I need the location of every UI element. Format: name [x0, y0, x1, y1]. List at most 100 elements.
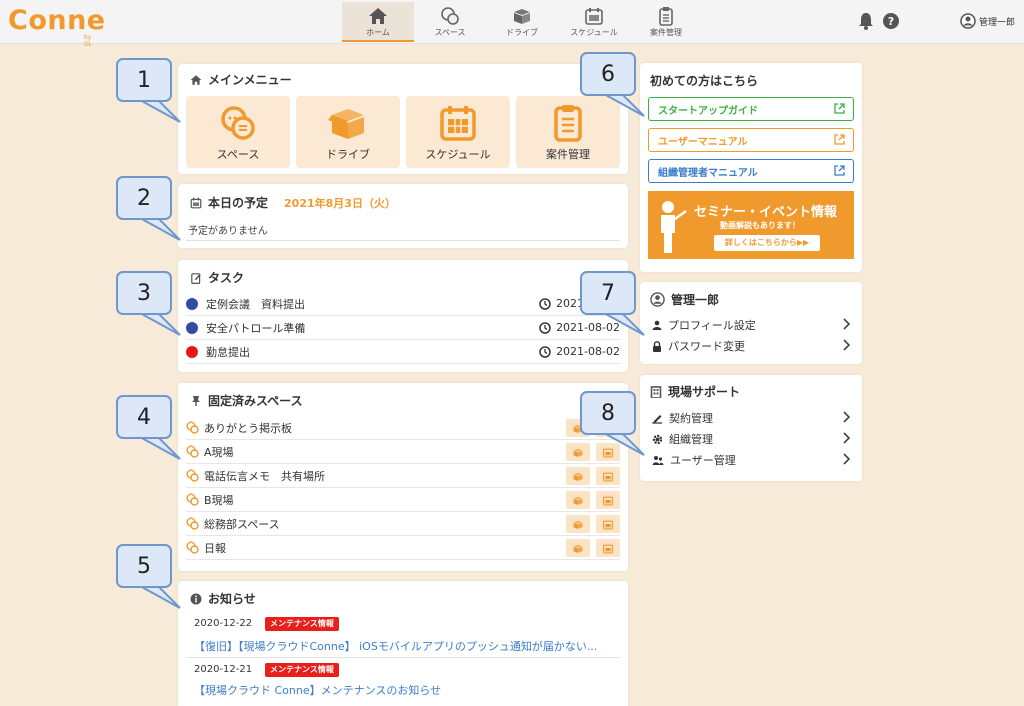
pinned-space-row[interactable]: A現場 — [186, 440, 620, 464]
callout-2: 2 — [116, 176, 172, 220]
pinned-space-label: A現場 — [204, 445, 234, 459]
schedule-shortcut-button[interactable] — [596, 539, 620, 557]
menu-tile-projects-label: 案件管理 — [546, 148, 590, 161]
calendar-icon — [585, 8, 603, 25]
clock-icon — [539, 297, 551, 310]
pinned-space-row[interactable]: ありがとう掲示板 — [186, 416, 620, 440]
building-icon — [650, 385, 662, 398]
drive-shortcut-button[interactable] — [566, 515, 590, 533]
chevron-right-icon — [843, 453, 850, 465]
nav-home[interactable]: ホーム — [342, 2, 414, 42]
drive-shortcut-button[interactable] — [566, 491, 590, 509]
pinned-space-row[interactable]: 電話伝言メモ 共有場所 — [186, 464, 620, 488]
news-link[interactable]: 【現場クラウド Conne】メンテナンスのお知らせ — [194, 682, 441, 698]
nav-schedule[interactable]: スケジュール — [558, 2, 630, 42]
guide-card: 初めての方はこちら スタートアップガイド ユーザーマニュアル 組織管理者マニュア… — [640, 63, 862, 272]
menu-tile-schedule-label: スケジュール — [425, 148, 491, 161]
startup-guide-button[interactable]: スタートアップガイド — [648, 97, 854, 121]
drive-shortcut-button[interactable] — [566, 467, 590, 485]
news-date: 2020-12-22 — [194, 618, 253, 629]
callout-tail — [139, 437, 181, 460]
info-icon — [190, 593, 202, 604]
task-status-dot — [186, 345, 198, 358]
menu-tile-schedule[interactable]: スケジュール — [406, 96, 510, 168]
space-icon — [186, 469, 199, 482]
user-avatar-icon — [650, 292, 665, 307]
password-change-link[interactable]: パスワード変更 — [652, 336, 850, 356]
organization-management-link[interactable]: 組織管理 — [652, 429, 850, 449]
callout-3: 3 — [116, 271, 172, 315]
pinned-title: 固定済みスペース — [208, 394, 303, 408]
menu-tile-space[interactable]: スペース — [186, 96, 290, 168]
seminar-more-button[interactable]: 詳しくはこちらから▶▶ — [714, 235, 820, 251]
chevron-right-icon — [843, 339, 850, 351]
user-manual-button[interactable]: ユーザーマニュアル — [648, 128, 854, 152]
profile-settings-link[interactable]: プロフィール設定 — [652, 315, 850, 335]
nav-drive-label: ドライブ — [506, 28, 538, 37]
nav-space[interactable]: スペース — [414, 2, 486, 42]
password-change-label: パスワード変更 — [668, 340, 745, 353]
pinned-space-row[interactable]: B現場 — [186, 488, 620, 512]
callout-4: 4 — [116, 395, 172, 439]
schedule-shortcut-button[interactable] — [596, 467, 620, 485]
box-icon — [573, 448, 583, 457]
organization-management-label: 組織管理 — [669, 433, 713, 446]
main-menu-card: メインメニュー スペース ドライブ スケジュール 案件管理 — [178, 64, 628, 174]
main-menu-header: メインメニュー — [190, 71, 292, 88]
contract-management-label: 契約管理 — [669, 412, 713, 425]
news-date: 2020-12-21 — [194, 664, 253, 675]
task-row[interactable]: 安全パトロール準備 2021-08-02 — [186, 316, 620, 340]
pinned-space-label: ありがとう掲示板 — [204, 421, 292, 435]
pinned-space-label: 電話伝言メモ 共有場所 — [204, 469, 325, 483]
bell-icon[interactable] — [858, 12, 874, 30]
pinned-space-row[interactable]: 日報 — [186, 536, 620, 560]
help-icon[interactable]: ? — [882, 12, 900, 30]
startup-guide-label: スタートアップガイド — [658, 105, 758, 117]
logo-sub: by GL — [84, 34, 92, 48]
menu-tile-drive[interactable]: ドライブ — [296, 96, 400, 168]
user-menu[interactable]: 管理一郎 — [960, 13, 1015, 29]
task-row[interactable]: 勤怠提出 2021-08-02 — [186, 340, 620, 364]
external-link-icon — [834, 134, 845, 145]
nav-projects[interactable]: 案件管理 — [630, 2, 702, 42]
schedule-shortcut-button[interactable] — [596, 491, 620, 509]
task-row[interactable]: 定例会議 資料提出 2021 — [186, 292, 620, 316]
schedule-shortcut-button[interactable] — [596, 515, 620, 533]
nav-drive[interactable]: ドライブ — [486, 2, 558, 42]
svg-text:?: ? — [888, 15, 894, 28]
task-label: 安全パトロール準備 — [206, 321, 306, 335]
user-management-link[interactable]: ユーザー管理 — [652, 450, 850, 470]
callout-5: 5 — [116, 544, 172, 588]
task-header: タスク — [190, 269, 244, 286]
main-menu-title: メインメニュー — [208, 73, 292, 87]
admin-manual-button[interactable]: 組織管理者マニュアル — [648, 159, 854, 183]
box-icon — [514, 9, 530, 24]
task-title: タスク — [208, 271, 245, 285]
callout-8: 8 — [580, 391, 636, 435]
seminar-sub: 動画解説もあります！ — [720, 221, 800, 230]
today-title: 本日の予定 — [208, 196, 269, 210]
guide-header: 初めての方はこちら — [650, 72, 758, 89]
seminar-banner[interactable]: セミナー・イベント情報 動画解説もあります！ 詳しくはこちらから▶▶ — [648, 191, 854, 259]
news-link[interactable]: 【復旧】【現場クラウドConne】 iOSモバイルアプリのプッシュ通知が届かない… — [194, 638, 597, 654]
external-link-icon — [834, 165, 845, 176]
drive-shortcut-button[interactable] — [566, 539, 590, 557]
pinned-space-label: B現場 — [204, 493, 234, 507]
task-due: 2021-08-02 — [539, 345, 620, 358]
task-icon — [191, 272, 201, 284]
account-name: 管理一郎 — [671, 293, 720, 307]
callout-tail — [603, 433, 645, 456]
drive-shortcut-button[interactable] — [566, 443, 590, 461]
news-header: お知らせ — [190, 590, 256, 607]
pinned-space-row[interactable]: 総務部スペース — [186, 512, 620, 536]
guide-title: 初めての方はこちら — [650, 74, 759, 88]
news-badge: メンテナンス情報 — [265, 617, 339, 631]
space-icon — [186, 421, 199, 434]
clipboard-icon — [554, 105, 582, 142]
contract-management-link[interactable]: 契約管理 — [652, 408, 850, 428]
calendar-icon — [603, 496, 613, 505]
news-title: お知らせ — [208, 592, 256, 606]
chat-icon — [441, 7, 459, 25]
support-card: 現場サポート 契約管理 組織管理 ユーザー管理 — [640, 375, 862, 481]
gear-icon — [652, 434, 663, 444]
